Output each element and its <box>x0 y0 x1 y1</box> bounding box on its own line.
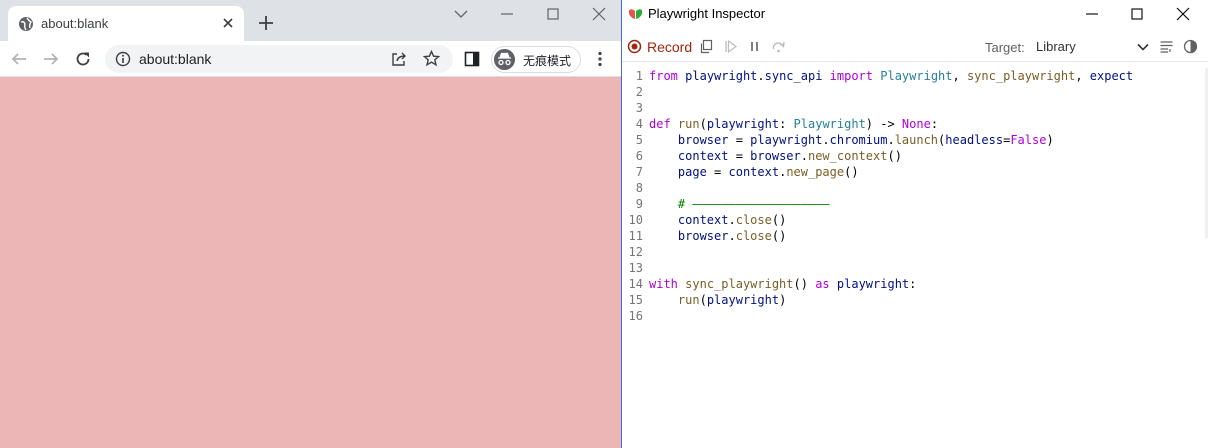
line-number: 14 <box>628 277 643 291</box>
code-line[interactable]: 7 page = context.new_page() <box>622 164 859 180</box>
tab-about-blank[interactable]: about:blank <box>8 6 244 41</box>
code-line[interactable]: 14 with sync_playwright() as playwright: <box>622 276 917 292</box>
code-line[interactable]: 5 browser = playwright.chromium.launch(h… <box>622 132 1054 148</box>
code-line[interactable]: 4 def run(playwright: Playwright) -> None… <box>622 116 938 132</box>
code-line[interactable]: 2 <box>622 84 649 100</box>
code-line[interactable]: 8 <box>622 180 649 196</box>
pause-icon[interactable] <box>747 39 762 54</box>
code-text: run(playwright) <box>677 293 787 307</box>
code-line[interactable]: 1 from playwright.sync_api import Playwri… <box>622 68 1133 84</box>
line-number: 13 <box>628 261 643 275</box>
line-number: 15 <box>628 293 643 307</box>
code-text: context.close() <box>677 213 787 227</box>
line-number: 7 <box>635 165 643 179</box>
tab-strip: about:blank <box>0 0 621 41</box>
record-icon[interactable] <box>627 39 642 54</box>
code-text: browser = playwright.chromium.launch(hea… <box>677 133 1054 147</box>
code-text: page = context.new_page() <box>677 165 859 179</box>
code-text: context = browser.new_context() <box>677 149 902 163</box>
line-number: 2 <box>635 85 643 99</box>
line-number: 9 <box>635 197 643 211</box>
code-line[interactable]: 10 context.close() <box>622 212 787 228</box>
sidepanel-icon[interactable] <box>463 50 481 68</box>
back-icon[interactable] <box>10 50 28 68</box>
code-line[interactable]: 3 <box>622 100 649 116</box>
tab-title: about:blank <box>41 16 109 31</box>
reload-icon[interactable] <box>74 50 92 68</box>
url-text[interactable]: about:blank <box>139 51 211 67</box>
line-number: 1 <box>635 69 643 83</box>
code-text: browser.close() <box>677 229 787 243</box>
code-text: # ——————————————————— <box>649 197 830 211</box>
target-value: Library <box>1036 39 1076 54</box>
minimize-icon[interactable] <box>498 5 516 23</box>
forward-icon[interactable] <box>42 50 60 68</box>
code-line[interactable]: 12 <box>622 244 649 260</box>
kebab-menu-icon[interactable] <box>591 50 609 68</box>
target-label: Target: <box>985 40 1025 55</box>
code-line[interactable]: 11 browser.close() <box>622 228 787 244</box>
star-icon[interactable] <box>423 50 440 67</box>
line-number: 3 <box>635 101 643 115</box>
code-line[interactable]: 15 run(playwright) <box>622 292 787 308</box>
line-number: 12 <box>628 245 643 259</box>
line-number: 16 <box>628 309 643 323</box>
window-close-icon[interactable] <box>1174 5 1192 23</box>
close-icon[interactable] <box>220 15 236 31</box>
info-icon[interactable] <box>115 51 131 67</box>
browser-toolbar: about:blank 无痕模式 <box>0 41 621 77</box>
target-select[interactable]: Library <box>1032 36 1152 58</box>
line-number: 4 <box>635 117 643 131</box>
code-line[interactable]: 6 context = browser.new_context() <box>622 148 902 164</box>
line-number: 8 <box>635 181 643 195</box>
line-number: 6 <box>635 149 643 163</box>
line-number: 11 <box>628 229 643 243</box>
minimize-icon[interactable] <box>1083 5 1101 23</box>
step-over-icon[interactable] <box>771 39 786 54</box>
code-line[interactable]: 16 <box>622 308 649 324</box>
incognito-badge[interactable]: 无痕模式 <box>491 46 581 73</box>
code-text: with sync_playwright() as playwright: <box>649 277 917 291</box>
address-bar[interactable]: about:blank <box>105 45 453 73</box>
inspector-toolbar: Record Target: Library <box>622 32 1208 62</box>
resume-icon[interactable] <box>723 39 738 54</box>
wrap-lines-icon[interactable] <box>1159 39 1174 54</box>
maximize-icon[interactable] <box>1128 5 1146 23</box>
code-text: def run(playwright: Playwright) -> None: <box>649 117 939 131</box>
chevron-down-icon[interactable] <box>452 5 470 23</box>
incognito-icon <box>494 49 515 70</box>
code-line[interactable]: 13 <box>622 260 649 276</box>
inspector-window: Playwright Inspector Record Target: Libr… <box>621 0 1208 448</box>
globe-icon <box>19 17 33 31</box>
browser-window: about:blank about:blank 无痕模式 <box>0 0 621 448</box>
chevron-down-icon <box>1137 43 1149 51</box>
incognito-label: 无痕模式 <box>523 54 572 68</box>
share-icon[interactable] <box>391 51 407 67</box>
inspector-titlebar: Playwright Inspector <box>622 0 1208 28</box>
theme-toggle-icon[interactable] <box>1183 39 1198 54</box>
record-button[interactable]: Record <box>647 39 692 55</box>
copy-icon[interactable] <box>699 39 714 54</box>
line-number: 5 <box>635 133 643 147</box>
line-number: 10 <box>628 213 643 227</box>
maximize-icon[interactable] <box>544 5 562 23</box>
code-text: from playwright.sync_api import Playwrig… <box>649 69 1134 83</box>
code-line[interactable]: 9 # ——————————————————— <box>622 196 830 212</box>
code-editor[interactable]: 1 from playwright.sync_api import Playwri… <box>622 68 1208 438</box>
playwright-logo-icon <box>629 9 642 19</box>
plus-icon[interactable] <box>257 14 275 32</box>
window-close-icon[interactable] <box>590 5 608 23</box>
inspector-title: Playwright Inspector <box>648 6 766 21</box>
